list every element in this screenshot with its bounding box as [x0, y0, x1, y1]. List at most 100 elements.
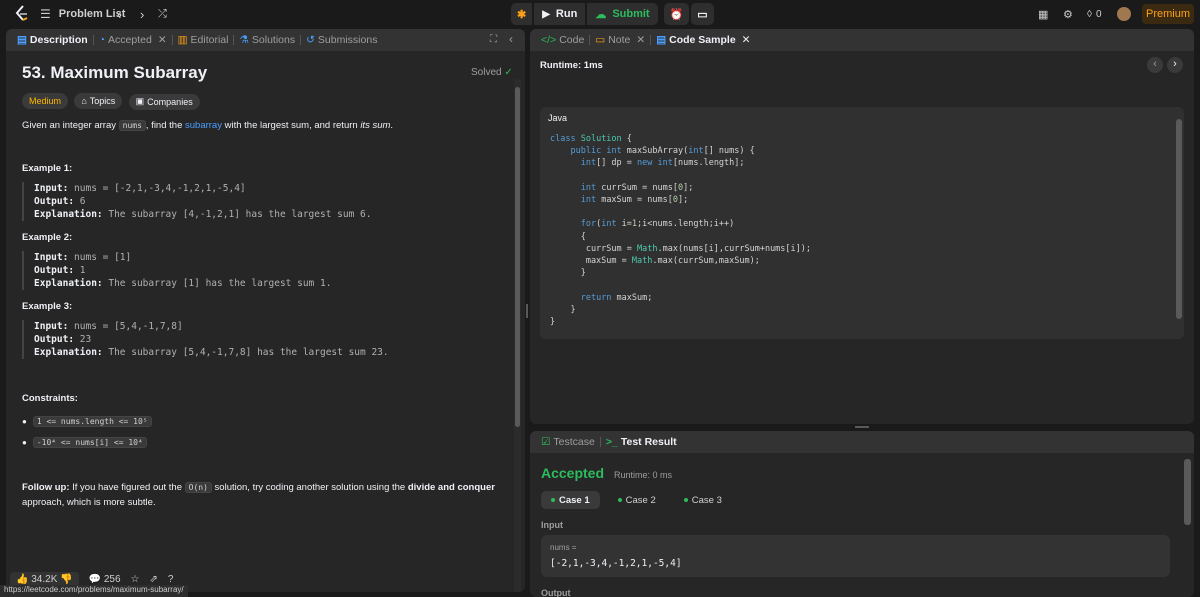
example-title: Example 3: — [22, 300, 73, 312]
maximize-icon[interactable]: ⛶ — [490, 34, 497, 45]
close-icon[interactable]: ✕ — [636, 34, 645, 46]
follow-up-text: solution, try coding another solution us… — [211, 481, 408, 493]
follow-up-text: approach, which is more subtle. — [22, 496, 156, 508]
comment-icon: 💬 — [88, 573, 102, 585]
tab-solutions[interactable]: ⚗ Solutions — [234, 29, 300, 51]
tab-submissions-label: Submissions — [317, 34, 378, 46]
star-icon[interactable]: ☆ — [131, 574, 140, 585]
example-explanation: The subarray [5,4,-1,7,8] has the larges… — [102, 346, 389, 358]
help-icon[interactable]: ? — [168, 574, 174, 585]
streak-counter[interactable]: ◊ 0 — [1087, 4, 1102, 24]
code-sample[interactable]: class Solution { public int maxSubArray(… — [550, 133, 811, 328]
statement-text: Given an integer array — [22, 119, 119, 131]
code-scrollbar[interactable] — [1176, 111, 1182, 335]
statement-code: nums — [118, 119, 146, 131]
topics-label: Topics — [89, 96, 116, 106]
result-panel: ☑ Testcase >_ Test Result Accepted Runtime… — [530, 431, 1194, 597]
explanation-label: Explanation: — [34, 346, 103, 358]
play-icon: ▶ — [542, 8, 550, 20]
code-tabs: </> Code ▭ Note ✕ ▤ Code Sample ✕ — [530, 29, 1194, 51]
prev-problem-icon[interactable]: ‹ — [117, 4, 121, 24]
share-icon[interactable]: ⇗ — [150, 574, 158, 585]
problem-list-button[interactable]: ☰ Problem List — [40, 4, 125, 24]
follow-up: Follow up: If you have figured out the O… — [22, 480, 510, 510]
constraint-item: ● -10⁴ <= nums[i] <= 10⁴ — [22, 436, 510, 448]
submit-button[interactable]: ☁ Submit — [587, 3, 658, 25]
output-label: Output — [541, 588, 571, 597]
tab-description[interactable]: ▤ Description — [12, 29, 93, 51]
vertical-resize-handle[interactable] — [526, 304, 528, 318]
difficulty-badge: Medium — [22, 93, 69, 109]
thumbs-up-icon: 👍 — [16, 573, 29, 585]
input-label: Input: — [34, 251, 69, 263]
tab-testcase[interactable]: ☑ Testcase — [536, 431, 600, 453]
like-count: 34.2K — [31, 573, 58, 585]
example-input: nums = [5,4,-1,7,8] — [68, 320, 183, 332]
avatar[interactable] — [1117, 4, 1131, 24]
code-sample-box: Java class Solution { public int maxSubA… — [540, 107, 1184, 339]
bug-icon: ✱ — [517, 8, 527, 21]
solved-status: Solved ✓ — [471, 67, 513, 78]
case-tab[interactable]: Case 3 — [674, 491, 732, 509]
description-scrollbar[interactable] — [514, 79, 521, 592]
cloud-upload-icon: ☁ — [595, 8, 607, 21]
run-submit-group: ✱ ▶ Run ☁ Submit ⏰ ▭ — [511, 3, 714, 25]
companies-button[interactable]: ▣ Companies — [128, 93, 200, 110]
tab-code[interactable]: </> Code — [536, 29, 589, 51]
case-tab[interactable]: Case 1 — [541, 491, 600, 509]
statement-italic: its sum — [360, 119, 391, 131]
tab-testcase-label: Testcase — [553, 436, 595, 448]
example-title: Example 2: — [22, 231, 73, 243]
note-icon: ▭ — [697, 8, 708, 21]
tab-test-result-label: Test Result — [620, 436, 677, 448]
leetcode-logo-icon[interactable] — [12, 4, 32, 24]
tab-code-sample[interactable]: ▤ Code Sample ✕ — [651, 29, 755, 51]
example-3: Example 3: Input: nums = [5,4,-1,7,8] Ou… — [22, 301, 510, 359]
next-sample-button[interactable]: › — [1167, 57, 1183, 73]
example-input: nums = [1] — [68, 251, 132, 263]
result-scrollbar[interactable] — [1184, 459, 1191, 525]
case-label: Case 3 — [691, 494, 722, 506]
tab-note[interactable]: ▭ Note ✕ — [590, 29, 650, 51]
close-icon[interactable]: ✕ — [742, 34, 751, 46]
shuffle-icon[interactable]: ⤮ — [158, 4, 167, 24]
layout-grid-icon[interactable]: ▦ — [1038, 4, 1048, 24]
code-language: Java — [548, 113, 568, 123]
output-label: Output: — [34, 333, 75, 345]
history-icon: ↺ — [306, 34, 315, 46]
tab-editorial[interactable]: ▥ Editorial — [173, 29, 234, 51]
doc-icon: ▤ — [17, 34, 27, 46]
run-button[interactable]: ▶ Run — [534, 3, 586, 25]
timer-button[interactable]: ⏰ — [663, 3, 690, 25]
tag-icon: ⌂ — [81, 96, 87, 106]
thumbs-down-icon[interactable]: 👎 — [60, 574, 72, 585]
next-problem-icon[interactable]: › — [140, 4, 144, 24]
top-nav: ☰ Problem List ‹ › ⤮ ✱ ▶ Run ☁ Submit ⏰ … — [0, 0, 1200, 28]
close-icon[interactable]: ✕ — [158, 34, 167, 46]
comments-button[interactable]: 💬 256 — [89, 574, 121, 585]
settings-gear-icon[interactable]: ⚙ — [1063, 4, 1073, 24]
collapse-icon[interactable]: ‹ — [509, 32, 513, 46]
prev-sample-button[interactable]: ‹ — [1147, 57, 1163, 73]
tab-test-result[interactable]: >_ Test Result — [601, 431, 682, 453]
streak-count: 0 — [1095, 8, 1102, 20]
debug-button[interactable]: ✱ — [511, 3, 533, 25]
result-summary: Accepted Runtime: 0 ms — [541, 465, 672, 481]
tab-solutions-label: Solutions — [251, 34, 296, 46]
check-circle-icon: ✓ — [504, 67, 513, 78]
tab-description-label: Description — [29, 34, 88, 46]
notes-button[interactable]: ▭ — [691, 3, 714, 25]
var-value: [-2,1,-3,4,-1,2,1,-5,4] — [550, 558, 682, 569]
tab-submissions[interactable]: ↺ Submissions — [301, 29, 382, 51]
example-block: Input: nums = [1] Output: 1 Explanation:… — [22, 250, 510, 290]
tab-code-label: Code — [559, 34, 585, 46]
tab-accepted[interactable]: ◔ Accepted ✕ — [94, 29, 172, 51]
subarray-link[interactable]: subarray — [185, 120, 222, 131]
example-output: 23 — [74, 333, 92, 345]
panel-resize-handle[interactable] — [855, 426, 869, 428]
comment-count: 256 — [103, 573, 121, 585]
description-tabs: ▤ Description ◔ Accepted ✕ ▥ Editorial ⚗ Solu… — [6, 29, 525, 51]
premium-button[interactable]: Premium — [1142, 4, 1194, 24]
topics-button[interactable]: ⌂ Topics — [74, 93, 123, 109]
case-tab[interactable]: Case 2 — [608, 491, 666, 509]
